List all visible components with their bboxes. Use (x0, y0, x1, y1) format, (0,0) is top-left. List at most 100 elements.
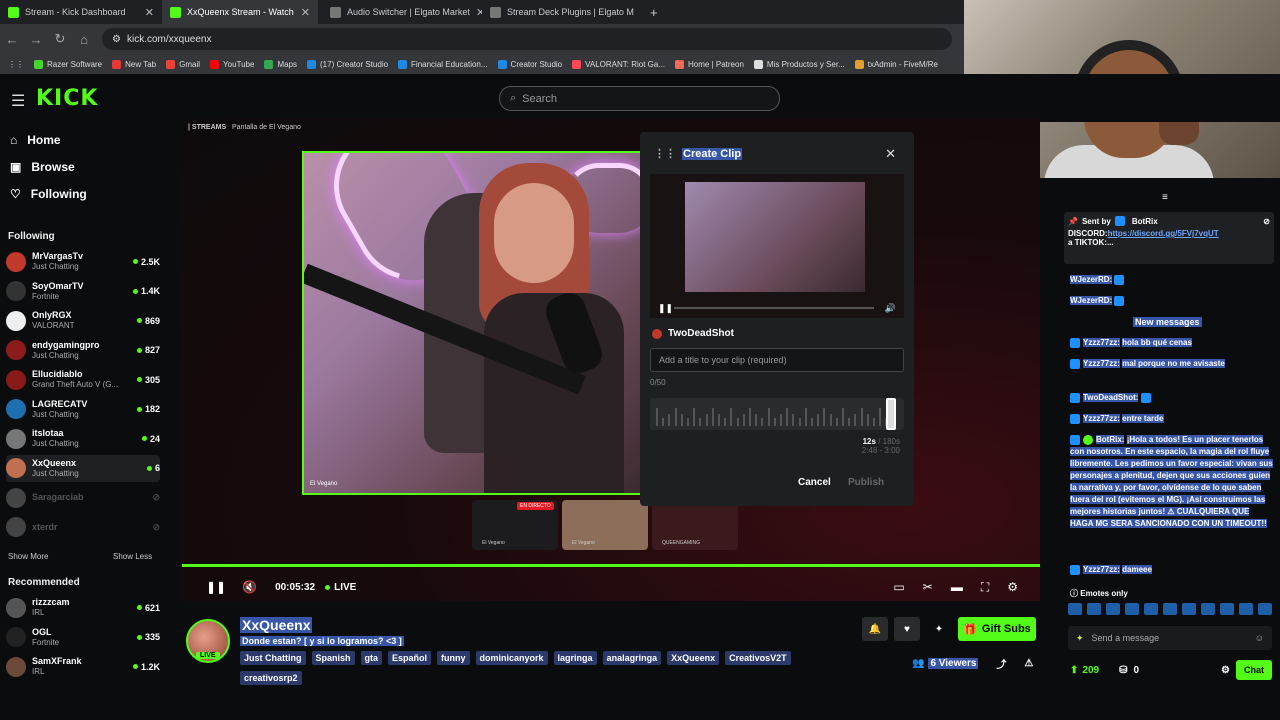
unpin-icon[interactable]: ⊘ (1263, 217, 1270, 226)
bookmark[interactable]: Mis Productos y Ser... (753, 59, 845, 69)
publish-button[interactable]: Publish (848, 477, 884, 488)
bookmark[interactable]: Maps (264, 59, 297, 69)
progress-bar[interactable] (182, 564, 1040, 567)
pip-icon[interactable]: ▭ (893, 580, 904, 594)
stream-tag[interactable]: dominicanyork (475, 651, 548, 665)
browser-tab[interactable]: Stream Deck Plugins | Elgato M ✕ (482, 0, 640, 24)
sidebar-channel[interactable]: SoyOmarTV Fortnite 1.4K (6, 278, 160, 305)
stream-tag[interactable]: gta (360, 651, 383, 665)
report-icon[interactable]: ⚠ (1024, 658, 1033, 669)
sidebar-channel[interactable]: endygamingpro Just Chatting 827 (6, 337, 160, 364)
menu-icon[interactable]: ☰ (11, 91, 25, 111)
emote-icon[interactable] (1220, 603, 1234, 615)
chat-settings-icon[interactable]: ⚙ (1221, 665, 1230, 676)
bookmark[interactable]: YouTube (210, 59, 254, 69)
close-tab-icon[interactable]: ✕ (145, 6, 154, 19)
cancel-button[interactable]: Cancel (798, 477, 831, 488)
emote-icon[interactable] (1144, 603, 1158, 615)
timeline-handle[interactable] (886, 398, 896, 430)
sidebar-following[interactable]: ♡ Following (10, 187, 87, 201)
bookmark[interactable]: VALORANT: Riot Ga... (572, 59, 665, 69)
site-info-icon[interactable]: ⚙ (112, 34, 121, 45)
sidebar-home[interactable]: ⌂ Home (10, 133, 61, 147)
stream-tag[interactable]: Spanish (311, 651, 355, 665)
follow-heart-icon[interactable]: ♥ (894, 617, 920, 641)
clip-timeline[interactable] (650, 398, 904, 430)
stream-tag[interactable]: analagringa (602, 651, 662, 665)
points-icon[interactable]: ⬆ (1070, 665, 1078, 676)
bookmark[interactable]: Home | Patreon (675, 59, 744, 69)
bookmark[interactable]: New Tab (112, 59, 156, 69)
cup-icon[interactable]: ⛁ (1119, 665, 1127, 676)
sidebar-channel[interactable]: SamXFrank IRL 1.2K (6, 653, 160, 680)
search-input[interactable]: ⌕ Search (499, 86, 780, 111)
emote-icon[interactable] (1258, 603, 1272, 615)
drag-handle-icon[interactable]: ⋮⋮ (654, 147, 676, 160)
stream-tag[interactable]: CreativosV2T (725, 651, 791, 665)
streamer-name[interactable]: XxQueenx (240, 617, 313, 633)
chat-input[interactable]: ✦ Send a message ☺ (1068, 626, 1272, 650)
bookmark[interactable]: txAdmin - FiveM/Re (854, 59, 938, 69)
stream-tag[interactable]: funny (437, 651, 470, 665)
emote-icon[interactable] (1125, 603, 1139, 615)
sparkle-icon[interactable]: ✦ (926, 617, 952, 641)
clip-preview[interactable]: ❚❚ 🔊 (650, 174, 904, 318)
url-field[interactable]: ⚙ kick.com/xxqueenx (102, 28, 952, 50)
show-more-button[interactable]: Show More (8, 552, 48, 561)
back-icon[interactable]: ← (0, 32, 24, 47)
kick-logo[interactable]: KICK (36, 86, 98, 111)
emote-icon[interactable] (1106, 603, 1120, 615)
bookmark[interactable]: Creator Studio (497, 59, 562, 69)
browser-tab-active[interactable]: XxQueenx Stream - Watch ✕ (162, 0, 318, 24)
bookmark[interactable]: Razer Software (34, 59, 102, 69)
chat-send-button[interactable]: Chat (1236, 660, 1272, 680)
emoji-icon[interactable]: ☺ (1255, 633, 1264, 643)
emote-icon[interactable] (1201, 603, 1215, 615)
reload-icon[interactable]: ↻ (48, 31, 72, 47)
theater-icon[interactable]: ▬ (951, 580, 963, 594)
sidebar-channel[interactable]: itslotaa Just Chatting 24 (6, 425, 160, 452)
emote-icon[interactable] (1239, 603, 1253, 615)
clip-icon[interactable]: ✂ (923, 580, 933, 594)
browser-tab[interactable]: Stream - Kick Dashboard ✕ (0, 0, 162, 24)
sparkle-icon[interactable]: ✦ (1076, 633, 1084, 644)
close-tab-icon[interactable]: ✕ (301, 6, 310, 19)
sidebar-channel[interactable]: XxQueenx Just Chatting 6 (6, 454, 160, 482)
share-icon[interactable]: ⤴ (996, 656, 1006, 671)
close-icon[interactable]: ✕ (885, 146, 896, 162)
mute-icon[interactable]: 🔇 (242, 580, 257, 594)
bookmark[interactable]: Gmail (166, 59, 200, 69)
pause-icon[interactable]: ❚❚ (206, 580, 226, 594)
pause-icon[interactable]: ❚❚ (658, 303, 673, 314)
show-less-button[interactable]: Show Less (113, 552, 152, 561)
emote-icon[interactable] (1087, 603, 1101, 615)
home-icon[interactable]: ⌂ (72, 32, 96, 47)
stream-tag[interactable]: creativosrp2 (240, 671, 302, 685)
sidebar-channel[interactable]: Saragarciab ⊘ (6, 484, 160, 511)
volume-icon[interactable]: 🔊 (885, 303, 896, 314)
stream-tag[interactable]: lagringa (553, 651, 597, 665)
preview-progress[interactable] (674, 307, 874, 309)
forward-icon[interactable]: → (24, 32, 48, 47)
settings-icon[interactable]: ⚙ (1007, 580, 1018, 594)
sidebar-channel[interactable]: Ellucidiablo Grand Theft Auto V (G... 305 (6, 366, 160, 393)
stream-tag[interactable]: Just Chatting (240, 651, 306, 665)
sidebar-channel[interactable]: xterdr ⊘ (6, 514, 160, 541)
fullscreen-icon[interactable]: ⛶ (981, 580, 989, 595)
sidebar-channel[interactable]: MrVargasTv Just Chatting 2.5K (6, 248, 160, 275)
browser-tab[interactable]: Audio Switcher | Elgato Market ✕ (322, 0, 482, 24)
chat-collapse-icon[interactable]: ≡ (1162, 192, 1168, 203)
sidebar-channel[interactable]: rizzzcam IRL 621 (6, 594, 160, 621)
emote-icon[interactable] (1182, 603, 1196, 615)
clip-title-input[interactable]: Add a title to your clip (required) (650, 348, 904, 372)
apps-icon[interactable]: ⋮⋮ (8, 60, 24, 69)
sidebar-channel[interactable]: OGL Fortnite 335 (6, 624, 160, 651)
stream-tag[interactable]: XxQueenx (667, 651, 720, 665)
pinned-message[interactable]: 📌 Sent by BotRix ⊘ DISCORD:https://disco… (1064, 212, 1274, 264)
emote-icon[interactable] (1163, 603, 1177, 615)
new-messages-divider[interactable]: New messages (1133, 317, 1202, 327)
discord-link[interactable]: https://discord.gg/5FVj7vqUT (1108, 229, 1219, 238)
bookmark[interactable]: Financial Education... (398, 59, 488, 69)
emote-icon[interactable] (1068, 603, 1082, 615)
gift-subs-button[interactable]: 🎁 Gift Subs (958, 617, 1036, 641)
